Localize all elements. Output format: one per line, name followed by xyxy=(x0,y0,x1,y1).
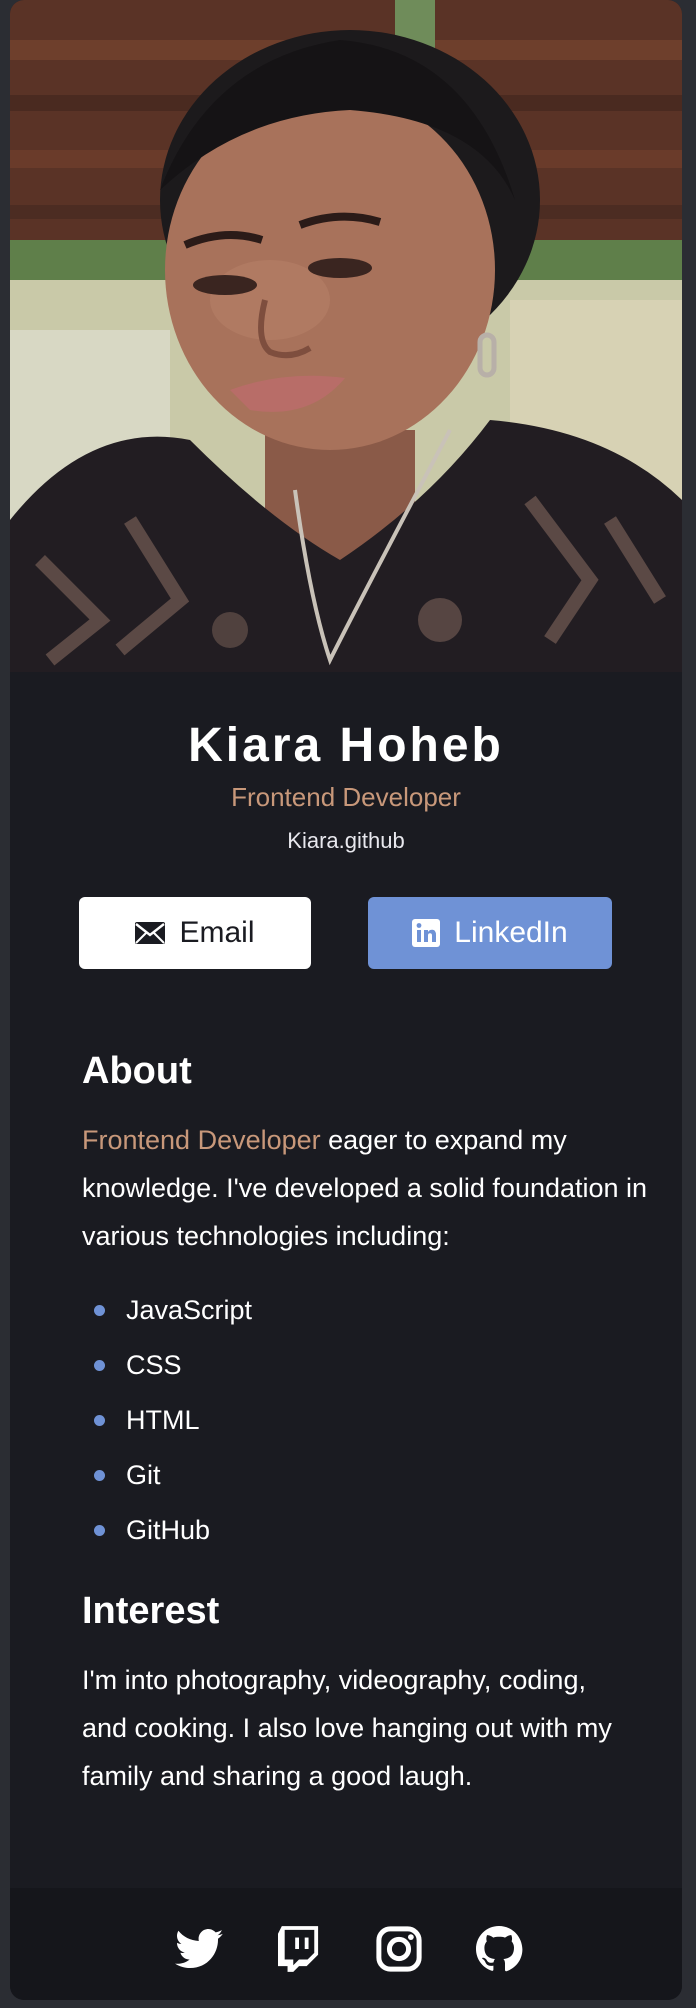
twitch-icon[interactable] xyxy=(274,1924,324,1974)
linkedin-button[interactable]: LinkedIn xyxy=(368,897,612,969)
email-button[interactable]: Email xyxy=(79,897,311,969)
instagram-icon[interactable] xyxy=(374,1924,424,1974)
profile-photo xyxy=(10,0,682,672)
bullet-icon xyxy=(94,1360,105,1371)
linkedin-icon xyxy=(412,919,441,947)
twitter-icon[interactable] xyxy=(174,1924,224,1974)
bullet-icon xyxy=(94,1305,105,1316)
bullet-icon xyxy=(94,1470,105,1481)
list-item: JavaScript xyxy=(82,1283,252,1338)
skill-label: JavaScript xyxy=(126,1295,253,1325)
envelope-icon xyxy=(135,922,166,944)
list-item: GitHub xyxy=(82,1503,252,1558)
about-heading: About xyxy=(82,1050,192,1092)
footer xyxy=(10,1888,682,2000)
list-item: CSS xyxy=(82,1338,252,1393)
profile-card: Kiara Hoheb Frontend Developer Kiara.git… xyxy=(10,0,682,2000)
profile-name: Kiara Hoheb xyxy=(188,719,504,772)
email-button-label: Email xyxy=(179,916,255,949)
bullet-icon xyxy=(94,1415,105,1426)
profile-role: Frontend Developer xyxy=(231,782,461,812)
skills-list: JavaScript CSS HTML Git GitHub xyxy=(82,1283,252,1558)
about-highlight: Frontend Developer xyxy=(82,1125,321,1155)
linkedin-button-label: LinkedIn xyxy=(454,916,568,949)
interest-heading: Interest xyxy=(82,1590,220,1632)
about-text: Frontend Developer eager to expand my kn… xyxy=(82,1116,672,1260)
skill-label: Git xyxy=(126,1460,161,1490)
skill-label: GitHub xyxy=(126,1515,211,1545)
list-item: HTML xyxy=(82,1393,252,1448)
github-icon[interactable] xyxy=(474,1924,524,1974)
bullet-icon xyxy=(94,1525,105,1536)
skill-label: HTML xyxy=(126,1405,200,1435)
list-item: Git xyxy=(82,1448,252,1503)
profile-website[interactable]: Kiara.github xyxy=(10,826,682,856)
interest-text: I'm into photography, videography, codin… xyxy=(82,1665,612,1791)
skill-label: CSS xyxy=(126,1350,182,1380)
